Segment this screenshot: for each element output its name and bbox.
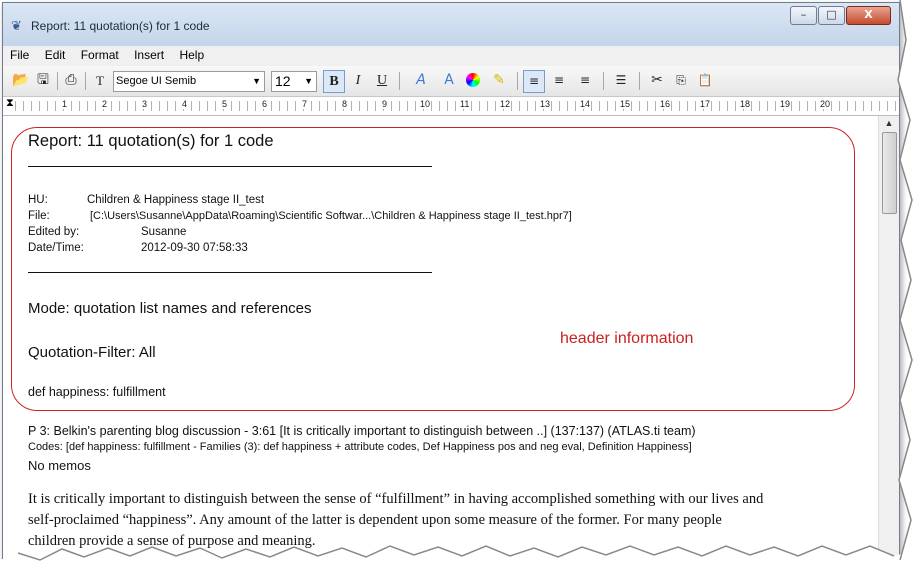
ruler-label: 19 [779,99,792,109]
highlight-text-icon[interactable]: A [439,70,459,91]
paste-icon[interactable]: 📋 [695,70,715,91]
eraser-icon[interactable]: ✎ [489,70,509,91]
ruler-label: 13 [539,99,552,109]
align-right-icon[interactable]: ≡ [575,70,595,91]
scrollbar-thumb[interactable] [882,132,897,214]
indent-marker-icon[interactable]: ⧗ [6,97,14,110]
ruler-label: 11 [459,99,471,109]
quotation-memos: No memos [28,458,91,473]
ruler-label: 5 [221,99,229,109]
copy-icon[interactable]: ⎘ [671,70,691,91]
toolbar-separator [517,72,518,90]
align-left-icon[interactable]: ≡ [523,70,545,93]
bold-button[interactable]: B [323,70,345,93]
chevron-down-icon: ▼ [304,76,313,86]
ruler-label: 16 [659,99,672,109]
font-size-value: 12 [275,73,291,89]
window-controls: – □ X [789,6,891,25]
chevron-down-icon: ▼ [252,76,261,86]
scroll-up-icon[interactable]: ▲ [879,116,899,130]
ruler-label: 1 [61,99,69,109]
font-name-select[interactable]: Segoe UI Semib ▼ [113,71,265,92]
toolbar: 📂 🖫 ⎙ T Segoe UI Semib ▼ 12 ▼ B I U A A … [3,66,899,97]
menu-help[interactable]: Help [174,46,209,62]
ruler-label: 6 [261,99,269,109]
app-icon: ❦ [11,19,22,34]
toolbar-separator [639,72,640,90]
ruler-label: 10 [419,99,432,109]
toolbar-separator [399,72,400,90]
underline-button[interactable]: U [373,70,391,91]
ruler-label: 8 [341,99,349,109]
ruler-label: 14 [579,99,592,109]
print-icon[interactable]: ⎙ [61,70,81,91]
open-folder-icon[interactable]: 📂 [11,70,31,91]
ruler-label: 15 [619,99,632,109]
menu-edit[interactable]: Edit [40,46,71,62]
align-center-icon[interactable]: ≡ [549,70,569,91]
quotation-codes: Codes: [def happiness: fulfillment - Fam… [28,441,692,453]
ruler: ⧗ 1 2 3 4 5 6 7 8 9 10 11 12 13 14 15 16… [3,97,899,116]
ruler-label: 3 [141,99,149,109]
ruler-label: 18 [739,99,752,109]
italic-button[interactable]: I [349,70,367,91]
header-callout-box [11,127,855,411]
color-wheel-icon[interactable] [463,70,483,91]
font-type-icon: T [96,73,104,88]
minimize-button[interactable]: – [790,6,817,25]
font-name-value: Segoe UI Semib [116,75,197,87]
quotation-text-line: self-proclaimed “happiness”. Any amount … [28,512,722,528]
cut-icon[interactable]: ✂ [647,70,667,91]
ruler-label: 20 [819,99,832,109]
menu-bar: File Edit Format Insert Help [3,46,899,66]
font-color-icon[interactable]: A [411,70,431,91]
font-size-select[interactable]: 12 ▼ [271,71,317,92]
ruler-label: 2 [101,99,109,109]
toolbar-separator [57,72,58,90]
menu-file[interactable]: File [5,46,34,62]
window-title: Report: 11 quotation(s) for 1 code [31,19,210,33]
menu-format[interactable]: Format [76,46,124,62]
ruler-label: 4 [181,99,189,109]
ruler-label: 12 [499,99,512,109]
quotation-text-line: children provide a sense of purpose and … [28,533,316,549]
quotation-header: P 3: Belkin's parenting blog discussion … [28,424,696,438]
menu-insert[interactable]: Insert [129,46,169,62]
toolbar-separator [85,72,86,90]
close-button[interactable]: X [846,6,891,25]
save-icon[interactable]: 🖫 [33,70,53,91]
quotation-text-line: It is critically important to distinguis… [28,491,764,507]
bullet-list-icon[interactable]: ☰ [611,70,631,91]
ruler-label: 7 [301,99,309,109]
title-bar[interactable]: ❦ Report: 11 quotation(s) for 1 code – □… [3,3,899,46]
callout-label: header information [560,330,694,347]
ruler-label: 17 [699,99,712,109]
maximize-button[interactable]: □ [818,6,845,25]
toolbar-separator [603,72,604,90]
ruler-label: 9 [381,99,389,109]
